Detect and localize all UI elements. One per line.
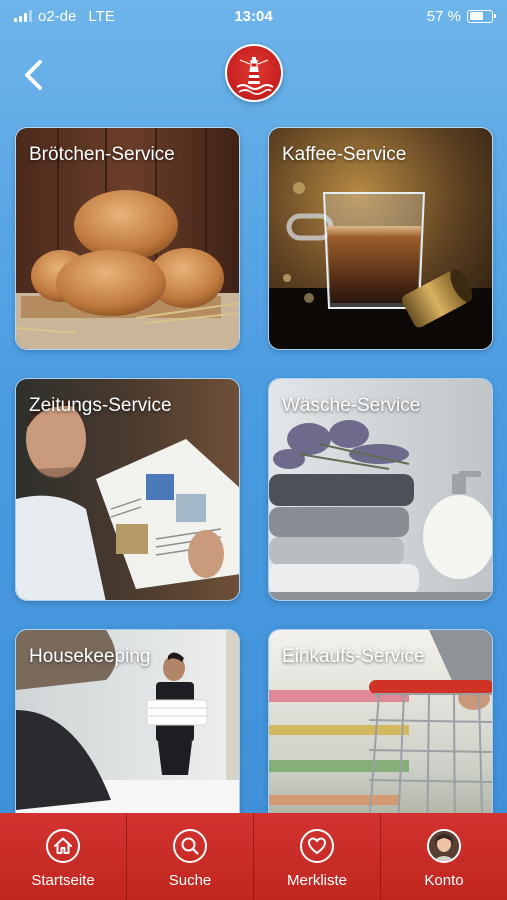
network-type: LTE	[88, 7, 115, 25]
status-left: o2-de LTE	[14, 8, 115, 25]
lighthouse-logo[interactable]	[225, 44, 283, 102]
tab-suche[interactable]: Suche	[126, 813, 253, 900]
tile-waesche-service[interactable]: Wäsche-Service	[268, 378, 493, 601]
carrier-name: o2-de	[38, 7, 77, 25]
tile-broetchen-service[interactable]: Brötchen-Service	[15, 127, 240, 350]
tab-startseite[interactable]: Startseite	[0, 813, 126, 900]
home-icon	[46, 829, 80, 863]
tile-label: Housekeeping	[29, 646, 151, 667]
avatar	[427, 829, 461, 863]
battery-percent: 57 %	[426, 7, 461, 25]
tab-label: Suche	[168, 872, 212, 889]
back-button[interactable]	[18, 56, 52, 94]
status-right: 57 %	[426, 7, 496, 25]
tab-label: Konto	[424, 872, 464, 889]
status-bar: o2-de LTE 13:04 57 %	[0, 0, 507, 32]
chevron-left-icon	[25, 60, 42, 90]
tile-label: Zeitungs-Service	[29, 395, 172, 416]
tile-zeitungs-service[interactable]: Zeitungs-Service	[15, 378, 240, 601]
tab-label: Startseite	[31, 872, 95, 889]
tile-label: Einkaufs-Service	[282, 646, 425, 667]
search-icon	[173, 829, 207, 863]
heart-icon	[300, 829, 334, 863]
tab-merkliste[interactable]: Merkliste	[253, 813, 380, 900]
battery-icon	[467, 9, 496, 23]
tab-label: Merkliste	[286, 872, 347, 889]
tab-bar: Startseite Suche Merkliste Konto	[0, 813, 507, 900]
tile-label: Wäsche-Service	[282, 395, 421, 416]
tab-konto[interactable]: Konto	[380, 813, 507, 900]
tile-label: Kaffee-Service	[282, 144, 407, 165]
signal-icon	[14, 10, 32, 22]
tile-label: Brötchen-Service	[29, 144, 175, 165]
header	[0, 40, 507, 110]
tile-kaffee-service[interactable]: Kaffee-Service	[268, 127, 493, 350]
